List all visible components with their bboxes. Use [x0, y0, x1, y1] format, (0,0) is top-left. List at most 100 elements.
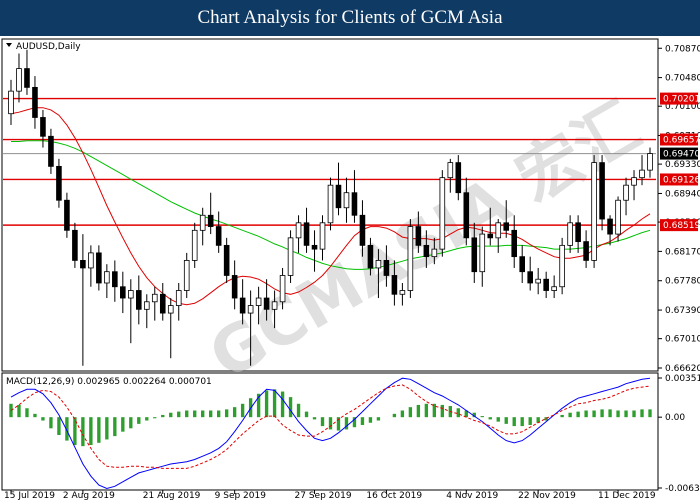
candle-body: [375, 260, 382, 269]
candle-body: [503, 222, 510, 231]
candle-body: [647, 153, 653, 171]
candle-body: [431, 248, 438, 258]
candle-body: [631, 177, 637, 186]
candle-body: [159, 293, 166, 314]
candle-body: [279, 275, 286, 303]
candle-body: [183, 260, 190, 291]
macd-label: MACD(12,26,9) 0.002965 0.002264 0.000701: [6, 377, 212, 387]
candle-body: [391, 275, 398, 295]
macd-indicator: 0.003516 0.00 -0.006356: [9, 374, 700, 494]
macd-tick-label: 0.003516: [665, 374, 700, 384]
candle-body: [415, 226, 422, 246]
candle-body: [599, 162, 605, 220]
candle-body: [104, 271, 110, 284]
candle-body: [120, 286, 126, 299]
level-label-text: 0.68519: [663, 221, 700, 231]
price-tick-label: 0.68170: [665, 247, 700, 257]
candle-body: [128, 290, 134, 299]
price-tick-label: 0.70870: [665, 44, 700, 54]
date-tick-label: 21 Aug 2019: [143, 491, 201, 500]
price-tick-label: 0.69330: [665, 160, 700, 170]
candle-body: [487, 233, 494, 239]
candle-body: [167, 305, 174, 314]
candle-body: [175, 290, 182, 306]
candle-body: [591, 162, 597, 261]
candle-body: [463, 192, 470, 239]
candle-body: [407, 226, 414, 291]
candle-body: [399, 290, 406, 295]
candle-body: [367, 244, 374, 269]
level-label-text: 0.70201: [663, 95, 700, 105]
candle-body: [64, 199, 70, 231]
candle-body: [543, 278, 549, 291]
candle-body: [56, 165, 62, 201]
candle-body: [527, 271, 533, 284]
candle-body: [231, 275, 238, 299]
price-tick-label: 0.67390: [665, 306, 700, 316]
price-tick-label: 0.67780: [665, 277, 700, 287]
price-tick-label: 0.68940: [665, 189, 700, 199]
date-axis-ticks: 15 Jul 2019 2 Aug 2019 21 Aug 2019 9 Sep 20…: [4, 490, 656, 500]
level-label-text: 0.69126: [663, 175, 700, 185]
date-tick-label: 22 Nov 2019: [518, 491, 576, 500]
candle-body: [263, 297, 270, 310]
candle-body: [199, 214, 206, 231]
candle-body: [335, 184, 342, 209]
candle-body: [112, 271, 118, 288]
date-tick-label: 9 Sep 2019: [215, 491, 267, 500]
candle-body: [24, 68, 30, 88]
candle-body: [447, 162, 454, 179]
candle-body: [223, 244, 230, 276]
chart-header-title: Chart Analysis for Clients of GCM Asia: [0, 0, 700, 36]
candle-body: [359, 214, 366, 246]
candle-body: [439, 177, 446, 250]
symbol-dropdown-icon[interactable]: [6, 43, 12, 47]
candle-body: [32, 86, 38, 118]
price-tick-label: 0.66620: [665, 364, 700, 374]
candle-body: [327, 184, 334, 224]
candle-body: [239, 297, 246, 314]
candle-body: [191, 229, 198, 261]
candle-body: [303, 222, 310, 246]
candle-body: [255, 297, 262, 306]
candle-body: [479, 233, 486, 273]
candle-body: [615, 199, 621, 235]
date-tick-label: 16 Oct 2019: [366, 491, 422, 500]
date-tick-label: 27 Sep 2019: [295, 491, 352, 500]
candle-body: [383, 260, 390, 276]
candle-body: [351, 192, 358, 216]
level-label-text: 0.69657: [663, 136, 700, 146]
date-tick-label: 11 Dec 2019: [598, 491, 656, 500]
candle-body: [607, 218, 613, 235]
candle-body: [215, 226, 222, 246]
candle-body: [151, 293, 158, 303]
candle-body: [559, 244, 565, 288]
date-tick-label: 2 Aug 2019: [63, 491, 115, 500]
candle-body: [80, 260, 86, 269]
candle-body: [88, 252, 94, 269]
candle-body: [519, 256, 526, 273]
candle-body: [583, 241, 589, 261]
candle-body: [16, 68, 22, 92]
candle-body: [207, 214, 214, 227]
candle-body: [135, 290, 142, 310]
candle-body: [311, 244, 318, 250]
candle-body: [455, 162, 462, 194]
candle-body: [247, 305, 254, 314]
candle-body: [271, 301, 278, 310]
candle-body: [535, 278, 541, 284]
candle-body: [639, 169, 645, 179]
candle-body: [295, 222, 302, 239]
candle-body: [423, 244, 430, 258]
candle-body: [567, 222, 573, 246]
candle-body: [143, 301, 150, 310]
price-tick-label: 0.67010: [665, 335, 700, 345]
candle-body: [287, 237, 294, 276]
candle-body: [575, 222, 581, 243]
current-price-text: 0.69470: [663, 150, 700, 160]
candle-body: [96, 252, 102, 284]
candle-body: [551, 286, 557, 291]
candle-body: [511, 229, 518, 258]
candle-body: [48, 135, 54, 167]
symbol-label: AUDUSD,Daily: [16, 42, 81, 52]
